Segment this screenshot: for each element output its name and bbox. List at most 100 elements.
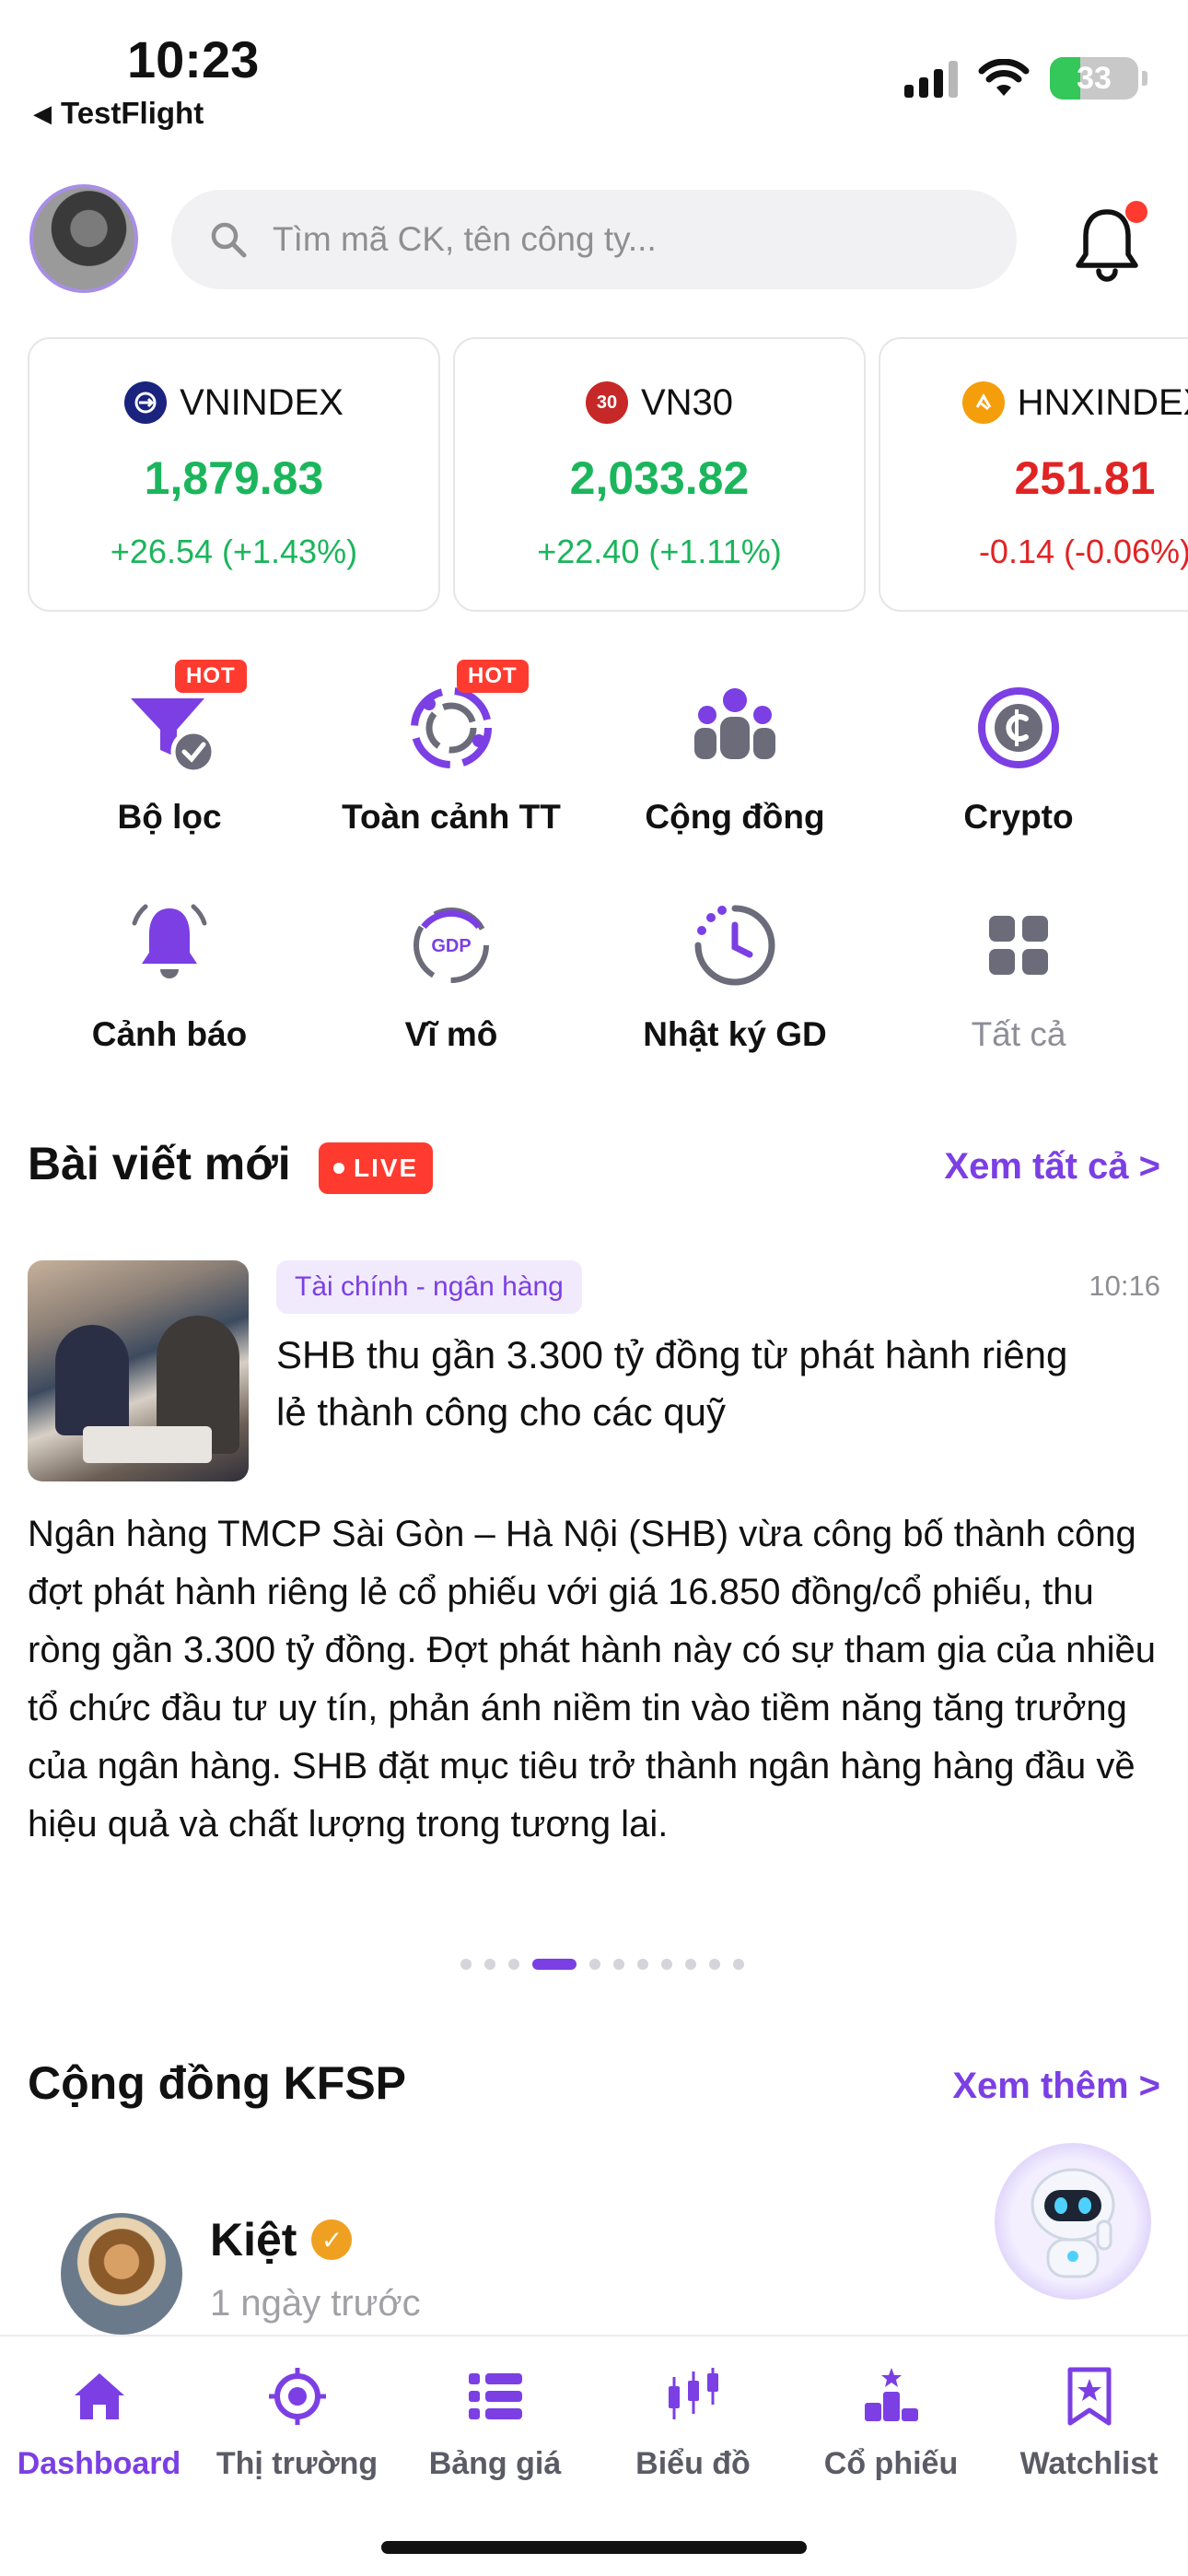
notification-badge [1125, 201, 1147, 223]
status-indicators: 33 [904, 57, 1147, 100]
tab-label: Dashboard [17, 2446, 181, 2481]
index-card-vn30[interactable]: 30 VN30 2,033.82 +22.40 (+1.11%) [453, 337, 866, 612]
pager-dot[interactable] [508, 1959, 519, 1970]
search-input[interactable] [273, 220, 973, 259]
index-card-vnindex[interactable]: VNINDEX 1,879.83 +26.54 (+1.43%) [28, 337, 440, 612]
article-thumbnail[interactable] [28, 1260, 249, 1481]
article-time: 10:16 [1089, 1270, 1160, 1302]
shortcut-label: Cảnh báo [91, 1015, 248, 1053]
live-badge: LIVE [319, 1142, 434, 1194]
see-all-news-link[interactable]: Xem tất cả > [944, 1146, 1160, 1188]
hnxindex-logo-icon [961, 381, 1005, 424]
battery-cap [1142, 71, 1147, 86]
pager-dot[interactable] [613, 1959, 624, 1970]
gdp-icon-text: GDP [431, 936, 471, 956]
live-label: LIVE [354, 1153, 419, 1182]
index-change: +26.54 (+1.43%) [110, 533, 358, 570]
index-value: 2,033.82 [569, 452, 750, 504]
shortcut-alert[interactable]: Cảnh báo [31, 890, 308, 1054]
shortcut-all[interactable]: Tất cả [880, 890, 1157, 1054]
tab-watchlist[interactable]: Watchlist [990, 2364, 1188, 2482]
shortcut-macro[interactable]: GDP Vĩ mô [313, 890, 589, 1054]
pager-dot[interactable] [460, 1959, 472, 1970]
tab-label: Watchlist [1019, 2446, 1159, 2481]
vn30-logo-text: 30 [596, 392, 618, 413]
bottom-tab-bar: Dashboard Thị trường Bảng giá Biểu đồ Cổ… [0, 2335, 1188, 2576]
trade-journal-icon [694, 905, 775, 986]
shortcut-label: Nhật ký GD [643, 1015, 827, 1053]
community-icon [694, 688, 775, 759]
shortcut-community[interactable]: Cộng đồng [597, 673, 873, 837]
news-section-title: Bài viết mới [28, 1138, 291, 1189]
tab-label: Thị trường [215, 2446, 379, 2481]
podium-icon [864, 2368, 918, 2421]
crypto-icon [978, 687, 1059, 768]
pager-dot[interactable] [733, 1959, 744, 1970]
list-icon [468, 2373, 522, 2419]
tab-dashboard[interactable]: Dashboard [0, 2364, 198, 2482]
tab-price-board[interactable]: Bảng giá [396, 2364, 594, 2482]
index-name: VNINDEX [180, 381, 344, 423]
wifi-icon [978, 59, 1030, 96]
index-name: VN30 [640, 381, 734, 423]
vn30-logo-icon: 30 [585, 381, 628, 424]
pager-dot[interactable] [589, 1959, 600, 1970]
shortcut-label: Cộng đồng [645, 798, 825, 836]
bookmark-star-icon [1067, 2367, 1111, 2426]
hot-badge: HOT [457, 660, 529, 693]
pager-dot[interactable] [637, 1959, 648, 1970]
search-bar[interactable] [171, 190, 1017, 289]
user-avatar[interactable] [29, 184, 138, 293]
grid-icon [989, 916, 1048, 975]
gdp-icon: GDP [413, 907, 489, 983]
shortcut-market-overview[interactable]: HOT Toàn cảnh TT [313, 660, 589, 837]
ai-assistant-button[interactable] [995, 2143, 1151, 2300]
pager-dot-active[interactable] [532, 1959, 577, 1970]
post-author[interactable]: Kiệt ✓ [210, 2213, 353, 2266]
vnindex-logo-icon [124, 381, 168, 424]
tab-label: Cổ phiếu [823, 2446, 959, 2481]
tab-market[interactable]: Thị trường [198, 2364, 396, 2482]
alert-bell-icon [132, 904, 207, 978]
home-icon [74, 2373, 124, 2419]
tab-label: Bảng giá [428, 2446, 562, 2481]
pager-dot[interactable] [484, 1959, 495, 1970]
pager-dot[interactable] [661, 1959, 672, 1970]
tab-charts[interactable]: Biểu đồ [594, 2364, 792, 2482]
shortcut-label: Crypto [963, 798, 1074, 836]
shortcut-filter[interactable]: HOT Bộ lọc [31, 660, 308, 837]
tab-stocks[interactable]: Cổ phiếu [792, 2364, 990, 2482]
back-to-app-button[interactable]: ◀ TestFlight [33, 96, 204, 131]
cellular-signal-icon [904, 59, 958, 98]
article-pager[interactable] [460, 1959, 744, 1970]
article-category-tag[interactable]: Tài chính - ngân hàng [276, 1260, 582, 1314]
shortcut-label: Toàn cảnh TT [342, 798, 561, 836]
shortcut-trade-journal[interactable]: Nhật ký GD [597, 890, 873, 1054]
post-author-avatar[interactable] [61, 2213, 182, 2335]
shortcut-label: Bộ lọc [117, 798, 222, 836]
verified-badge-icon: ✓ [311, 2219, 353, 2260]
home-indicator[interactable] [381, 2541, 807, 2554]
status-bar: 10:23 ◀ TestFlight 33 [0, 0, 1188, 138]
community-section-title: Cộng đồng KFSP [28, 2057, 407, 2109]
target-icon [268, 2368, 326, 2425]
post-author-name: Kiệt [210, 2214, 297, 2266]
index-cards-carousel[interactable]: VNINDEX 1,879.83 +26.54 (+1.43%) 30 VN30… [28, 337, 1188, 614]
robot-icon [1031, 2168, 1115, 2278]
article-title[interactable]: SHB thu gần 3.300 tỷ đồng từ phát hành r… [276, 1327, 1105, 1441]
candlestick-icon [668, 2368, 718, 2419]
live-dot [333, 1163, 344, 1174]
pager-dot[interactable] [709, 1959, 720, 1970]
shortcut-label: Tất cả [971, 1015, 1066, 1053]
battery-level: 33 [1077, 60, 1112, 96]
index-card-hnxindex[interactable]: HNXINDEX 251.81 -0.14 (-0.06%) [879, 337, 1188, 612]
see-more-community-link[interactable]: Xem thêm > [952, 2066, 1160, 2107]
index-change: +22.40 (+1.11%) [537, 533, 782, 570]
index-value: 1,879.83 [144, 452, 324, 504]
article-summary: Ngân hàng TMCP Sài Gòn – Hà Nội (SHB) vừ… [28, 1514, 1156, 1844]
post-time: 1 ngày trước [210, 2283, 421, 2324]
pager-dot[interactable] [685, 1959, 696, 1970]
shortcut-crypto[interactable]: Crypto [880, 673, 1157, 837]
hot-badge: HOT [175, 660, 247, 693]
back-app-label: TestFlight [61, 96, 204, 130]
